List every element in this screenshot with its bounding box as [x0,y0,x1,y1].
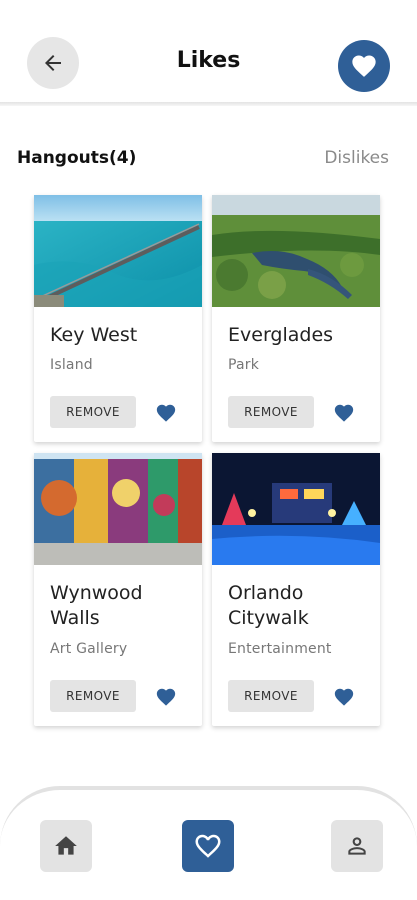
app-header: Likes [0,0,417,104]
hangout-category: Art Gallery [50,641,128,657]
hangout-name: Key West [50,324,138,346]
heart-icon [156,688,176,706]
hangout-category: Entertainment [228,641,332,657]
hangout-card[interactable]: Everglades Park REMOVE [212,195,380,442]
nav-likes-button[interactable] [182,820,234,872]
heart-icon [352,55,376,77]
remove-button[interactable]: REMOVE [50,396,136,428]
dislikes-link[interactable]: Dislikes [324,148,389,168]
header-divider [0,102,417,106]
hangout-card[interactable]: Wynwood Walls Art Gallery REMOVE [34,453,202,726]
remove-button[interactable]: REMOVE [228,680,314,712]
bridge-over-sea-photo [34,195,202,307]
like-button[interactable] [332,401,356,425]
hangout-card[interactable]: Key West Island REMOVE [34,195,202,442]
hangouts-count-label: Hangouts(4) [17,148,137,168]
like-button[interactable] [154,401,178,425]
hangout-name: Orlando Citywalk [228,582,309,629]
hangout-category: Park [228,357,260,373]
bottom-navigation [0,786,417,900]
hangout-name: Wynwood Walls [50,582,143,629]
person-icon [348,837,366,855]
wetland-aerial-photo [212,195,380,307]
hangout-category: Island [50,357,93,373]
hangout-card[interactable]: Orlando Citywalk Entertainment REMOVE [212,453,380,726]
like-button[interactable] [332,685,356,709]
remove-button[interactable]: REMOVE [228,396,314,428]
heart-outline-icon [195,834,221,858]
remove-button[interactable]: REMOVE [50,680,136,712]
favorites-button[interactable] [338,40,390,92]
heart-icon [334,688,354,706]
night-lights-photo [212,453,380,565]
nav-profile-button[interactable] [331,820,383,872]
heart-icon [334,404,354,422]
home-icon [55,836,77,855]
like-button[interactable] [154,685,178,709]
hangout-name: Everglades [228,324,334,346]
nav-home-button[interactable] [40,820,92,872]
heart-icon [156,404,176,422]
street-mural-photo [34,453,202,565]
